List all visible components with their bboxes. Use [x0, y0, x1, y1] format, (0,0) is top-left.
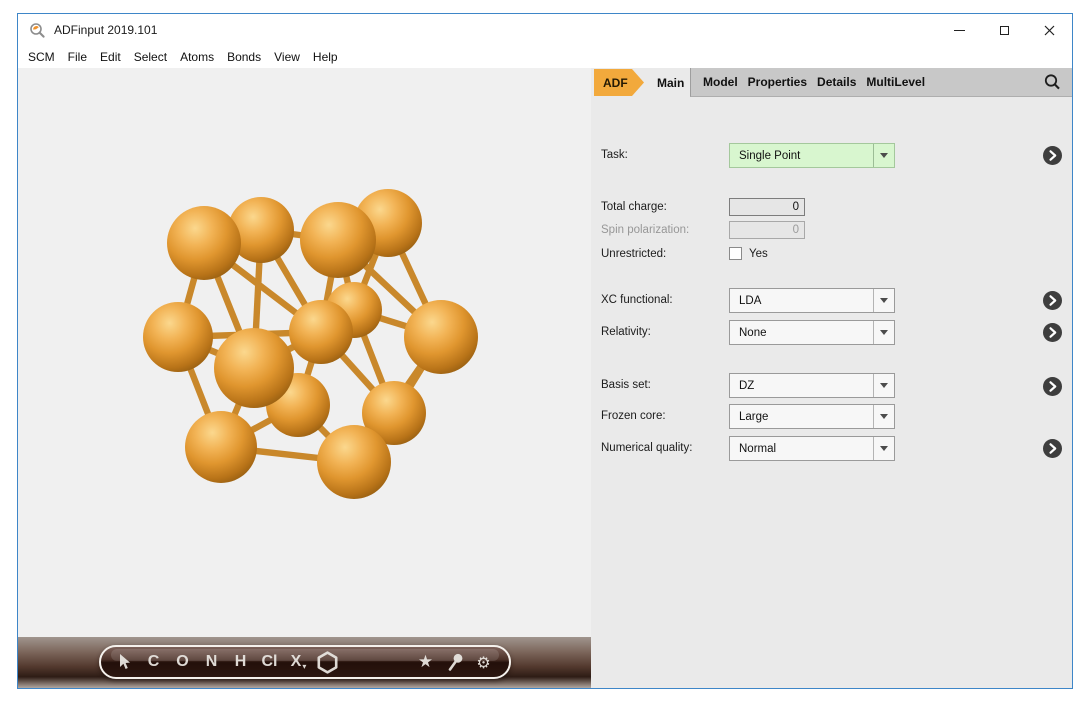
numerical-quality-label: Numerical quality: — [601, 442, 692, 454]
settings-panel: ADF Main Model Properties Details MultiL… — [591, 68, 1072, 688]
viewer-toolbar: C O N H Cl X ▾ ★ — [99, 645, 511, 679]
menu-bonds[interactable]: Bonds — [225, 48, 263, 66]
minimize-button[interactable] — [937, 14, 982, 46]
app-window: ADFinput 2019.101 SCM File Edit Select A… — [17, 13, 1073, 689]
basis-set-value: DZ — [730, 374, 873, 397]
basis-set-dropdown[interactable]: DZ — [729, 373, 895, 398]
xc-details-arrow-button[interactable] — [1043, 291, 1062, 310]
element-oxygen-button[interactable]: O — [172, 653, 193, 671]
pin-balloon-tool-icon[interactable] — [444, 653, 465, 672]
molecule-viewer[interactable]: C O N H Cl X ▾ ★ — [18, 68, 591, 688]
numerical-quality-value: Normal — [730, 437, 873, 460]
close-icon — [1044, 25, 1055, 36]
relativity-label: Relativity: — [601, 326, 651, 338]
element-picker-caret-icon: ▾ — [302, 662, 306, 671]
close-button[interactable] — [1027, 14, 1072, 46]
xc-dropdown-caret-icon — [873, 289, 894, 312]
spin-polarization-label: Spin polarization: — [601, 224, 689, 236]
relativity-dropdown[interactable]: None — [729, 320, 895, 345]
maximize-icon — [1000, 26, 1009, 35]
xc-functional-label: XC functional: — [601, 294, 673, 306]
window-controls — [937, 14, 1072, 46]
menu-atoms[interactable]: Atoms — [178, 48, 216, 66]
unrestricted-label: Unrestricted: — [601, 248, 666, 260]
search-button[interactable] — [1043, 73, 1062, 92]
gear-settings-icon[interactable]: ⚙ — [473, 653, 494, 672]
quality-details-arrow-button[interactable] — [1043, 439, 1062, 458]
tab-bar: ADF Main Model Properties Details MultiL… — [591, 68, 1072, 97]
ring-tool-icon[interactable] — [317, 651, 338, 674]
tab-details[interactable]: Details — [812, 75, 861, 89]
minimize-icon — [954, 30, 965, 31]
pointer-tool-icon[interactable] — [114, 654, 135, 670]
frozen-dropdown-caret-icon — [873, 405, 894, 428]
unrestricted-yes-label: Yes — [749, 248, 768, 260]
element-carbon-button[interactable]: C — [143, 653, 164, 671]
numerical-quality-dropdown[interactable]: Normal — [729, 436, 895, 461]
app-logo-icon — [29, 22, 46, 39]
tab-model[interactable]: Model — [698, 75, 743, 89]
title-bar: ADFinput 2019.101 — [18, 14, 1072, 46]
xc-functional-dropdown[interactable]: LDA — [729, 288, 895, 313]
element-chlorine-button[interactable]: Cl — [259, 653, 280, 671]
molecule-render — [18, 68, 591, 637]
total-charge-input[interactable] — [729, 198, 805, 216]
search-icon — [1043, 73, 1062, 92]
relativity-details-arrow-button[interactable] — [1043, 323, 1062, 342]
element-picker-button[interactable]: X ▾ — [288, 653, 309, 671]
basis-set-label: Basis set: — [601, 379, 651, 391]
quality-dropdown-caret-icon — [873, 437, 894, 460]
relativity-dropdown-caret-icon — [873, 321, 894, 344]
element-nitrogen-button[interactable]: N — [201, 653, 222, 671]
frozen-core-dropdown[interactable]: Large — [729, 404, 895, 429]
menu-bar: SCM File Edit Select Atoms Bonds View He… — [18, 46, 1072, 68]
element-x-label: X — [291, 653, 302, 671]
menu-edit[interactable]: Edit — [98, 48, 123, 66]
window-title: ADFinput 2019.101 — [54, 23, 157, 37]
frozen-core-value: Large — [730, 405, 873, 428]
menu-view[interactable]: View — [272, 48, 302, 66]
task-dropdown-caret-icon — [873, 144, 894, 167]
xc-functional-value: LDA — [730, 289, 873, 312]
tab-strip: Model Properties Details MultiLevel — [690, 68, 1072, 97]
adf-menu-tab[interactable]: ADF — [594, 69, 644, 96]
structure-tool-star-icon[interactable]: ★ — [415, 652, 436, 672]
task-details-arrow-button[interactable] — [1043, 146, 1062, 165]
unrestricted-checkbox[interactable] — [729, 247, 742, 260]
menu-scm[interactable]: SCM — [26, 48, 57, 66]
task-value: Single Point — [730, 144, 873, 167]
spin-polarization-input — [729, 221, 805, 239]
basis-dropdown-caret-icon — [873, 374, 894, 397]
task-label: Task: — [601, 149, 628, 161]
tab-main-active[interactable]: Main — [645, 68, 696, 97]
maximize-button[interactable] — [982, 14, 1027, 46]
basis-details-arrow-button[interactable] — [1043, 377, 1062, 396]
total-charge-label: Total charge: — [601, 201, 667, 213]
content-area: C O N H Cl X ▾ ★ — [18, 68, 1072, 688]
menu-help[interactable]: Help — [311, 48, 340, 66]
tab-multilevel[interactable]: MultiLevel — [861, 75, 930, 89]
tab-properties[interactable]: Properties — [743, 75, 812, 89]
menu-select[interactable]: Select — [132, 48, 169, 66]
relativity-value: None — [730, 321, 873, 344]
task-dropdown[interactable]: Single Point — [729, 143, 895, 168]
frozen-core-label: Frozen core: — [601, 410, 666, 422]
menu-file[interactable]: File — [66, 48, 89, 66]
element-hydrogen-button[interactable]: H — [230, 653, 251, 671]
